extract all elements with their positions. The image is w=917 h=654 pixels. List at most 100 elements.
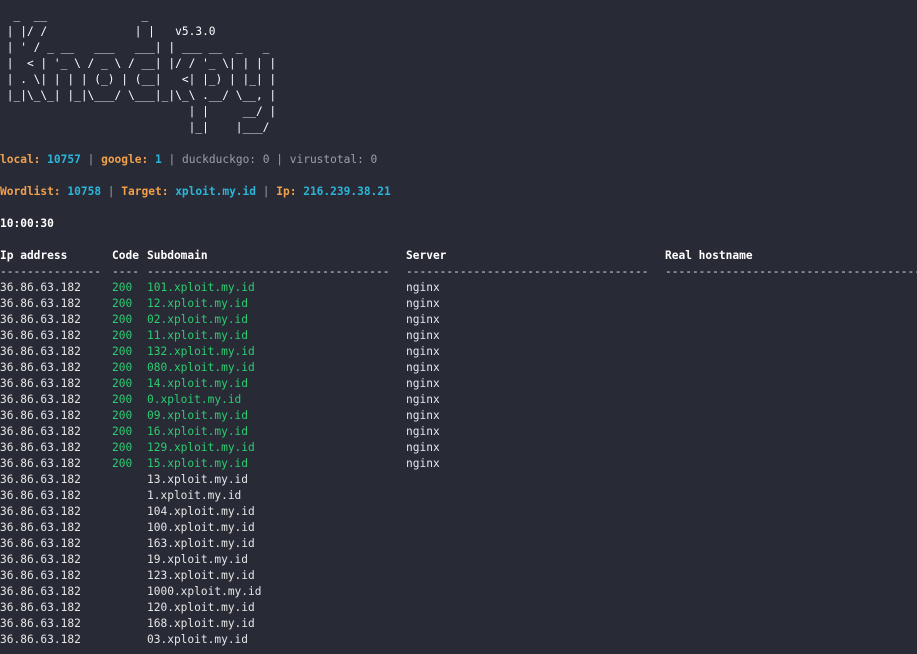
divider-server: ------------------------------------ [406,265,649,278]
row-server: nginx [406,361,440,374]
table-row: 36.86.63.182 120.xploit.my.id [0,600,917,616]
row-server: nginx [406,425,440,438]
row-ip: 36.86.63.182 [0,585,81,598]
scan-time: 10:00:30 [0,217,54,230]
row-server: nginx [406,409,440,422]
row-server: nginx [406,345,440,358]
terminal-window[interactable]: _ __ _ | |/ / | | v5.3.0 | ' / _ __ ___ … [0,0,917,654]
row-subdomain: 080.xploit.my.id [147,361,255,374]
row-subdomain: 104.xploit.my.id [147,505,255,518]
row-code: 200 [112,409,133,422]
row-subdomain: 02.xploit.my.id [147,313,249,326]
separator: | [161,153,182,166]
row-code: 200 [112,425,133,438]
table-row: 36.86.63.182 200 132.xploit.my.id nginx [0,344,917,360]
local-count: 10757 [47,153,81,166]
row-code: 200 [112,457,133,470]
table-row: 36.86.63.182 200 12.xploit.my.id nginx [0,296,917,312]
table-row: 36.86.63.182 200 14.xploit.my.id nginx [0,376,917,392]
row-subdomain: 0.xploit.my.id [147,393,242,406]
row-subdomain: 1000.xploit.my.id [147,585,262,598]
row-server: nginx [406,393,440,406]
banner-line: | | __/ | [0,105,277,118]
target-ip: 216.239.38.21 [303,185,391,198]
row-code: 200 [112,329,133,342]
table-row: 36.86.63.182 163.xploit.my.id [0,536,917,552]
sources-line: local: 10757 | google: 1 | duckduckgo: 0… [0,152,377,168]
row-ip: 36.86.63.182 [0,617,81,630]
row-code: 200 [112,393,133,406]
row-server: nginx [406,457,440,470]
google-label: google: [101,153,149,166]
row-ip: 36.86.63.182 [0,361,81,374]
header-code: Code [112,249,139,262]
row-ip: 36.86.63.182 [0,377,81,390]
banner-line: | ' / _ __ ___ ___| | ___ __ _ _ [0,41,270,54]
row-server: nginx [406,377,440,390]
row-subdomain: 168.xploit.my.id [147,617,255,630]
table-row: 36.86.63.182 200 101.xploit.my.id nginx [0,280,917,296]
divider-real-hostname: --------------------------------------- [665,265,917,278]
row-subdomain: 1.xploit.my.id [147,489,242,502]
row-ip: 36.86.63.182 [0,569,81,582]
table-row: 36.86.63.182 1000.xploit.my.id [0,584,917,600]
row-ip: 36.86.63.182 [0,553,81,566]
header-real-hostname: Real hostname [665,249,753,262]
row-subdomain: 120.xploit.my.id [147,601,255,614]
table-row: 36.86.63.182 123.xploit.my.id [0,568,917,584]
banner-line: | |/ / | | v5.3.0 [0,25,216,38]
row-ip: 36.86.63.182 [0,457,81,470]
row-ip: 36.86.63.182 [0,633,81,646]
row-ip: 36.86.63.182 [0,441,81,454]
ip-label: Ip: [276,185,297,198]
row-subdomain: 101.xploit.my.id [147,281,255,294]
row-ip: 36.86.63.182 [0,297,81,310]
google-count: 1 [154,153,162,166]
divider-subdomain: ------------------------------------ [147,265,390,278]
row-subdomain: 129.xploit.my.id [147,441,255,454]
row-ip: 36.86.63.182 [0,393,81,406]
divider-code: ---- [112,265,139,278]
row-subdomain: 12.xploit.my.id [147,297,249,310]
wordlist-count: 10758 [67,185,102,198]
divider-ip: --------------- [0,265,102,278]
row-server: nginx [406,281,440,294]
table-row: 36.86.63.182 19.xploit.my.id [0,552,917,568]
row-subdomain: 100.xploit.my.id [147,521,255,534]
table-row: 36.86.63.182 1.xploit.my.id [0,488,917,504]
separator: | [101,185,122,198]
row-ip: 36.86.63.182 [0,489,81,502]
table-divider: --------------- ---- -------------------… [0,264,917,280]
table-row: 36.86.63.182 200 129.xploit.my.id nginx [0,440,917,456]
row-ip: 36.86.63.182 [0,281,81,294]
virustotal-count: virustotal: 0 [289,153,378,166]
banner-line: | . \| | | | (_) | (__| <| |_) | |_| | [0,73,277,86]
row-server: nginx [406,297,440,310]
duckduckgo-count: duckduckgo: 0 [181,153,270,166]
table-row: 36.86.63.182 03.xploit.my.id [0,632,917,648]
row-code: 200 [112,361,133,374]
row-subdomain: 132.xploit.my.id [147,345,255,358]
row-ip: 36.86.63.182 [0,409,81,422]
row-subdomain: 19.xploit.my.id [147,553,249,566]
wordlist-label: Wordlist: [0,185,61,198]
table-row: 36.86.63.182 200 16.xploit.my.id nginx [0,424,917,440]
header-ip: Ip address [0,249,68,262]
table-row: 36.86.63.182 200 080.xploit.my.id nginx [0,360,917,376]
banner-line: | < | '_ \ / _ \ / __| |/ / '_ \| | | | [0,57,277,70]
target-label: Target: [121,185,169,198]
row-subdomain: 03.xploit.my.id [147,633,249,646]
row-server: nginx [406,441,440,454]
row-code: 200 [112,377,133,390]
header-server: Server [406,249,447,262]
row-subdomain: 13.xploit.my.id [147,473,249,486]
row-ip: 36.86.63.182 [0,601,81,614]
row-ip: 36.86.63.182 [0,473,81,486]
row-subdomain: 15.xploit.my.id [147,457,249,470]
row-subdomain: 163.xploit.my.id [147,537,255,550]
row-code: 200 [112,297,133,310]
table-row: 36.86.63.182 200 09.xploit.my.id nginx [0,408,917,424]
row-subdomain: 14.xploit.my.id [147,377,249,390]
row-subdomain: 123.xploit.my.id [147,569,255,582]
target-domain: xploit.my.id [175,185,257,198]
